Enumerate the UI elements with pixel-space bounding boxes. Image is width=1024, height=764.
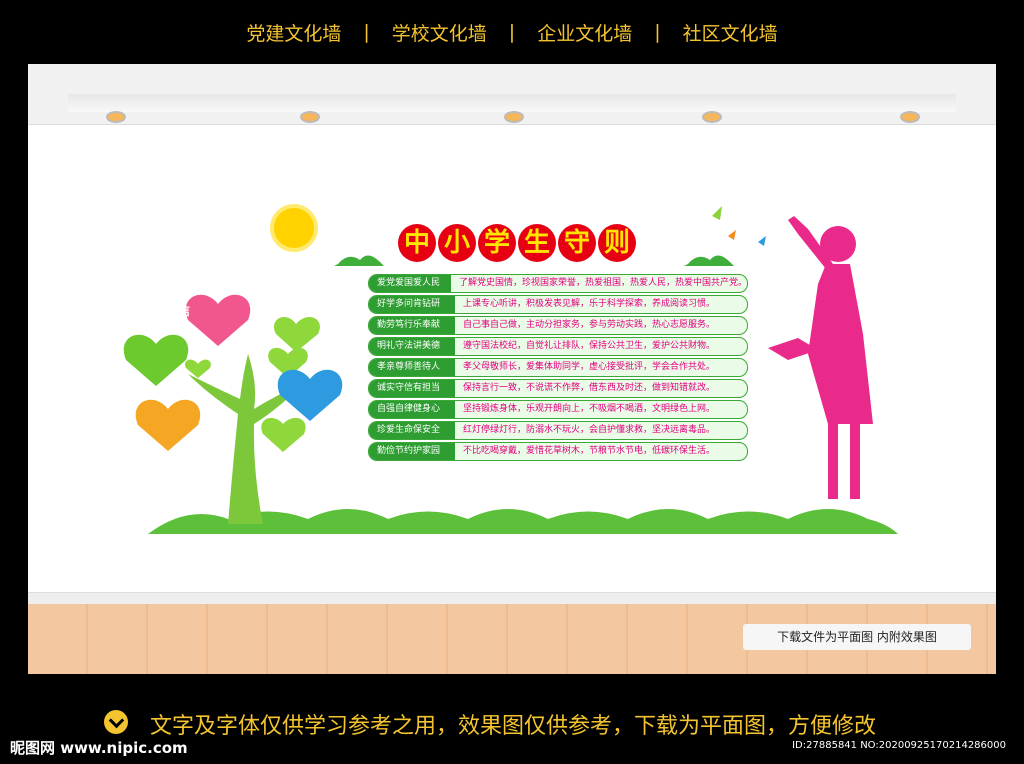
heart-honesty	[135, 399, 201, 451]
heart-self-reliance	[185, 294, 251, 346]
rule-tag: 珍爱生命保安全	[369, 422, 455, 439]
category-party: 党建文化墙	[246, 22, 342, 45]
heart-icon	[261, 417, 306, 452]
rule-text: 了解党史国情，珍视国家荣誉，热爱祖国，热爱人民，热爱中国共产党。	[458, 278, 747, 288]
rule-text: 上课专心听讲，积极发表见解，乐于科学探索，养成阅读习惯。	[463, 299, 716, 309]
sun-icon	[270, 204, 318, 252]
title-char: 则	[598, 224, 636, 262]
heart-label-diligent: 勤奋好学	[128, 238, 177, 252]
brand-logo: 昵图网 www.nipic.com	[10, 739, 188, 757]
rule-tag: 好学多问肯钻研	[369, 296, 455, 313]
cloud-icon	[334, 255, 384, 266]
title-char: 生	[518, 224, 556, 262]
cloud-icon	[684, 255, 734, 266]
heart-diligent	[123, 334, 189, 386]
rule-text: 红灯停绿灯行，防溺水不玩火，会自护懂求救，坚决远离毒品。	[463, 425, 716, 435]
rule-text: 坚持锻炼身体，乐观开朗向上，不吸烟不喝酒，文明绿色上网。	[463, 404, 716, 414]
rule-tag: 自强自律健身心	[369, 401, 455, 418]
top-category-bar: 党建文化墙 | 学校文化墙 | 企业文化墙 | 社区文化墙	[0, 0, 1024, 64]
rule-text: 遵守国法校纪，自觉礼让排队，保持公共卫生，爱护公共财物。	[463, 341, 716, 351]
girl-silhouette-icon	[788, 216, 873, 499]
ceiling-lamp-icon	[504, 111, 524, 123]
rule-tag: 爱党爱国爱人民	[369, 275, 451, 292]
title-char: 中	[398, 224, 436, 262]
rule-tag: 勤俭节约护家园	[369, 443, 455, 460]
rule-tag: 明礼守法讲美德	[369, 338, 455, 355]
room-render: 自立自强 勤奋好学 文明礼貌 诚实守信 中小学生守则 爱党爱国爱人民 了解党史国情…	[28, 64, 996, 674]
heart-label-honesty: 诚实守信	[142, 304, 191, 318]
bird-icon	[728, 230, 736, 240]
rule-tag: 诚实守信有担当	[369, 380, 455, 397]
rule-text: 不比吃喝穿戴，爱惜花草树木，节粮节水节电，低碳环保生活。	[463, 446, 716, 456]
bird-icon	[712, 206, 722, 220]
rule-row: 珍爱生命保安全 红灯停绿灯行，防溺水不玩火，会自护懂求救，坚决远离毒品。	[368, 421, 748, 440]
category-community: 社区文化墙	[682, 22, 778, 45]
ceiling-lamp-icon	[702, 111, 722, 123]
rule-text: 自己事自己做，主动分担家务，参与劳动实践，热心志愿服务。	[463, 320, 716, 330]
rule-row: 爱党爱国爱人民 了解党史国情，珍视国家荣誉，热爱祖国，热爱人民，热爱中国共产党。	[368, 274, 748, 293]
heart-courtesy	[277, 369, 343, 421]
ceiling-lamp-icon	[300, 111, 320, 123]
rule-text: 孝父母敬师长，爱集体助同学，虚心接受批评，学会合作共处。	[463, 362, 716, 372]
heart-icon	[185, 359, 211, 378]
title-char: 小	[438, 224, 476, 262]
bird-icon	[758, 236, 766, 246]
board-title: 中小学生守则	[398, 224, 636, 262]
download-note: 下载文件为平面图 内附效果图	[743, 624, 971, 650]
rule-row: 孝亲尊师善待人 孝父母敬师长，爱集体助同学，虚心接受批评，学会合作共处。	[368, 358, 748, 377]
ceiling-lamp-icon	[900, 111, 920, 123]
image-id: ID:27885841 NO:20200925170214286000	[792, 740, 1006, 751]
rule-tag: 勤劳笃行乐奉献	[369, 317, 455, 334]
ceiling-edge	[68, 94, 956, 112]
category-school: 学校文化墙	[391, 22, 487, 45]
heart-icon	[274, 317, 320, 352]
rule-row: 勤俭节约护家园 不比吃喝穿戴，爱惜花草树木，节粮节水节电，低碳环保生活。	[368, 442, 748, 461]
rule-row: 自强自律健身心 坚持锻炼身体，乐观开朗向上，不吸烟不喝酒，文明绿色上网。	[368, 400, 748, 419]
rules-list: 爱党爱国爱人民 了解党史国情，珍视国家荣誉，热爱祖国，热爱人民，热爱中国共产党。好…	[368, 274, 748, 463]
title-char: 学	[478, 224, 516, 262]
check-icon	[104, 710, 128, 734]
title-char: 守	[558, 224, 596, 262]
rule-row: 诚实守信有担当 保持言行一致，不说谎不作弊，借东西及时还，做到知错就改。	[368, 379, 748, 398]
heart-label-courtesy: 文明礼貌	[286, 273, 335, 287]
rule-row: 明礼守法讲美德 遵守国法校纪，自觉礼让排队，保持公共卫生，爱护公共财物。	[368, 337, 748, 356]
heart-label-self-reliance: 自立自强	[193, 198, 242, 212]
rule-row: 好学多问肯钻研 上课专心听讲，积极发表见解，乐于科学探索，养成阅读习惯。	[368, 295, 748, 314]
category-enterprise: 企业文化墙	[537, 22, 633, 45]
rule-row: 勤劳笃行乐奉献 自己事自己做，主动分担家务，参与劳动实践，热心志愿服务。	[368, 316, 748, 335]
ceiling-lamp-icon	[106, 111, 126, 123]
rule-tag: 孝亲尊师善待人	[369, 359, 455, 376]
disclaimer-text: 文字及字体仅供学习参考之用，效果图仅供参考，下载为平面图，方便修改	[150, 714, 877, 739]
rule-text: 保持言行一致，不说谎不作弊，借东西及时还，做到知错就改。	[463, 383, 716, 393]
